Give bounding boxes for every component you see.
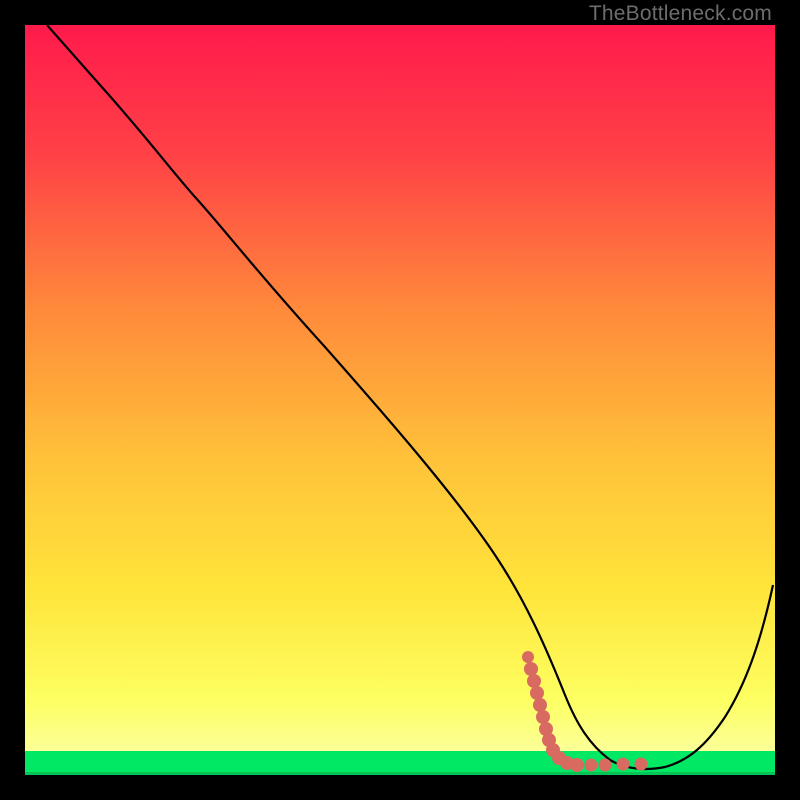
green-band-edge [25, 772, 775, 775]
green-band [25, 751, 775, 775]
plot-background [25, 25, 775, 775]
watermark-text: TheBottleneck.com [589, 2, 772, 26]
plot-frame [25, 25, 775, 775]
plot-svg [25, 25, 775, 775]
